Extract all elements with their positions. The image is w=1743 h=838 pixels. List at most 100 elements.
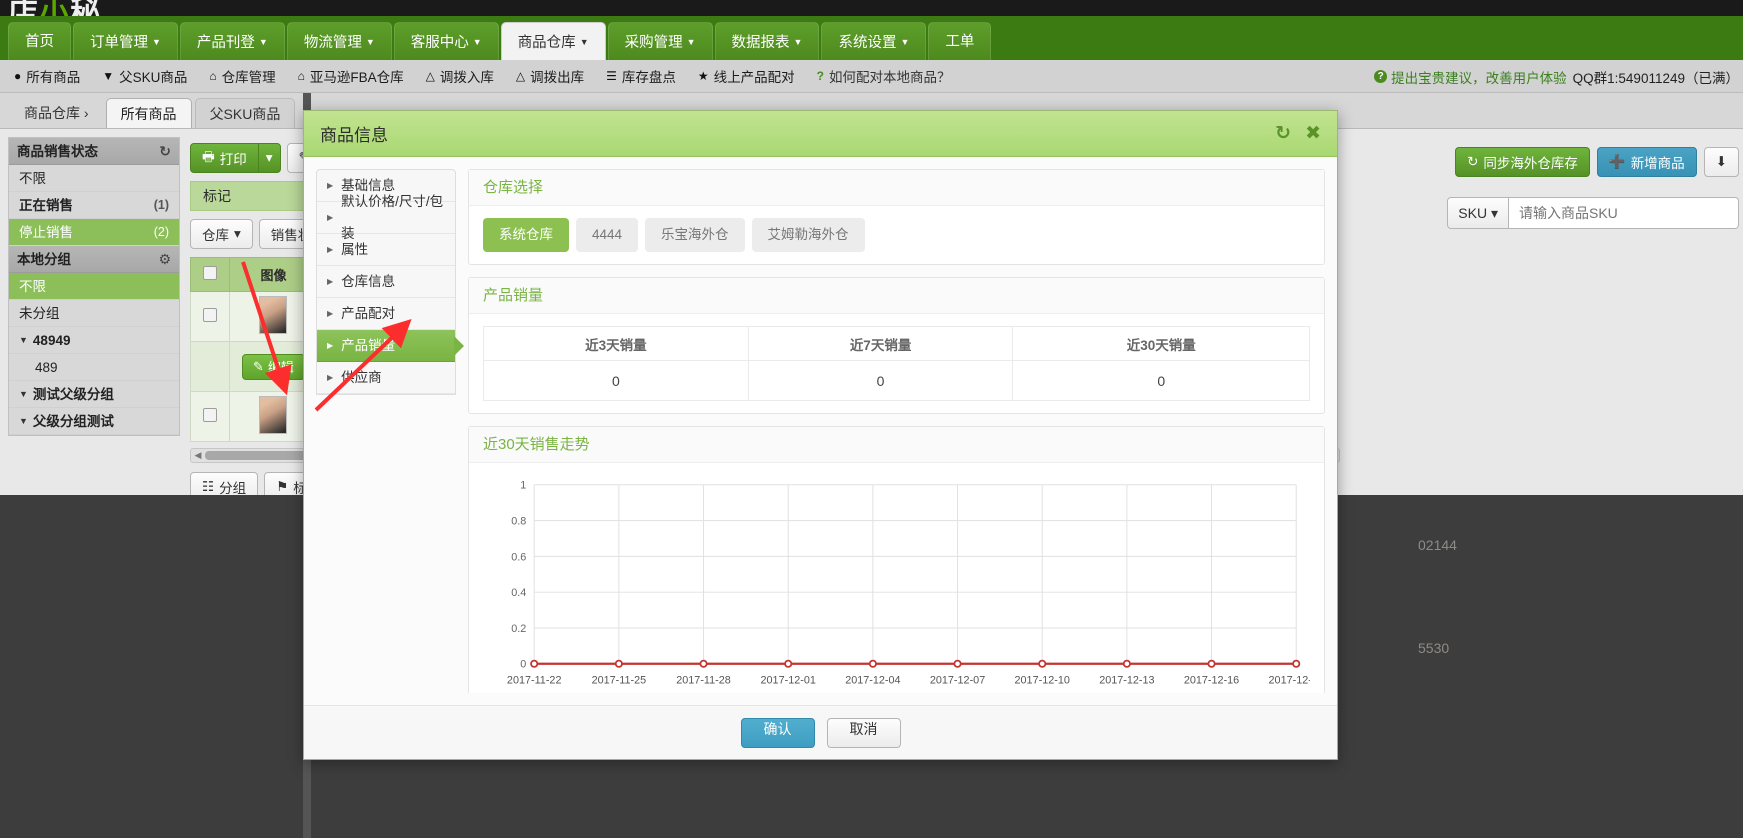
print-dropdown-button[interactable]: ▾: [257, 143, 281, 173]
series-point[interactable]: [530, 659, 539, 668]
select-all-checkbox[interactable]: [203, 266, 217, 280]
series-point[interactable]: [699, 659, 708, 668]
tab-parent-sku[interactable]: 父SKU商品: [194, 98, 296, 128]
series-point[interactable]: [953, 659, 962, 668]
nav-tab-2[interactable]: 产品刊登 ▼: [179, 22, 285, 60]
modal-menu-item-2[interactable]: ▶ 属性: [317, 234, 455, 266]
subnav-item-3[interactable]: ⌂ 亚马逊FBA仓库: [298, 66, 404, 86]
series-point[interactable]: [1292, 659, 1301, 668]
warehouse-tab-1[interactable]: 4444: [576, 218, 639, 252]
sidebar-item-0-1[interactable]: 正在销售 (1): [9, 192, 179, 219]
row-action-cell: [190, 341, 230, 392]
series-point[interactable]: [1038, 659, 1047, 668]
sales-header-row: 近3天销量 近7天销量 近30天销量: [483, 326, 1310, 361]
subnav-item-2[interactable]: ⌂ 仓库管理: [209, 66, 275, 86]
chevron-down-icon[interactable]: ▼: [19, 408, 28, 435]
warehouse-tab-2[interactable]: 乐宝海外仓: [645, 218, 745, 252]
warehouse-tab-0[interactable]: 系统仓库: [483, 218, 569, 252]
export-button[interactable]: ⬇: [1703, 147, 1739, 177]
modal-menu-item-3[interactable]: ▶ 仓库信息: [317, 266, 455, 298]
close-icon[interactable]: ✖: [1305, 122, 1321, 145]
y-axis-tick-label: 0.4: [511, 587, 526, 599]
series-point[interactable]: [784, 659, 793, 668]
gear-icon[interactable]: ⚙: [158, 246, 171, 273]
nav-tab-3[interactable]: 物流管理 ▼: [286, 22, 392, 60]
print-button[interactable]: 🖶 打印: [190, 143, 259, 173]
refresh-icon[interactable]: ↻: [1275, 122, 1291, 145]
subnav-item-7[interactable]: ★ 线上产品配对: [698, 66, 795, 86]
nav-tab-6[interactable]: 采购管理 ▼: [607, 22, 713, 60]
confirm-button[interactable]: 确认: [740, 717, 815, 748]
printer-icon: 🖶: [202, 148, 215, 164]
filter-icon: ▼: [102, 69, 115, 83]
filter-label: 仓库: [202, 228, 229, 243]
search-input[interactable]: [1509, 197, 1739, 229]
modal-menu-item-label: 产品配对: [341, 305, 396, 321]
nav-tab-7[interactable]: 数据报表 ▼: [714, 22, 820, 60]
top-action-buttons: ↻ 同步海外仓库存 ➕ 新增商品 ⬇: [1455, 147, 1739, 177]
subnav-item-6[interactable]: ☰ 库存盘点: [606, 66, 676, 86]
subnav-item-5[interactable]: △ 调拨出库: [516, 66, 584, 86]
modal-menu-item-4[interactable]: ▶ 产品配对: [317, 298, 455, 330]
subnav-item-label: 亚马逊FBA仓库: [309, 70, 404, 85]
modal-footer: 确认 取消: [304, 705, 1337, 759]
suggestion-link[interactable]: 提出宝贵建议，改善用户体验: [1391, 67, 1567, 87]
sidebar-item-1-3[interactable]: 489: [9, 354, 179, 381]
subnav-item-8[interactable]: ? 如何配对本地商品？: [817, 66, 951, 86]
refresh-icon[interactable]: ↻: [159, 138, 171, 165]
row-checkbox[interactable]: [203, 308, 217, 322]
sidebar-item-1-4[interactable]: ▼ 测试父级分组: [9, 381, 179, 408]
home-icon: ⌂: [297, 69, 305, 83]
add-product-button[interactable]: ➕ 新增商品: [1596, 147, 1697, 177]
subnav-item-4[interactable]: △ 调拨入库: [426, 66, 494, 86]
nav-tab-1[interactable]: 订单管理 ▼: [73, 22, 178, 60]
series-point[interactable]: [614, 659, 623, 668]
nav-tab-0[interactable]: 首页: [8, 22, 71, 60]
series-point[interactable]: [1122, 659, 1131, 668]
subnav-item-1[interactable]: ▼ 父SKU商品: [102, 66, 187, 86]
chevron-down-icon: ▼: [579, 37, 589, 47]
logo-text-part2: 秘: [70, 0, 101, 16]
th-checkbox: [190, 257, 230, 292]
nav-tab-8[interactable]: 系统设置 ▼: [821, 22, 927, 60]
sync-overseas-inventory-button[interactable]: ↻ 同步海外仓库存: [1455, 147, 1590, 177]
series-point[interactable]: [868, 659, 877, 668]
filter-0-button[interactable]: 仓库 ▾: [190, 219, 253, 249]
row-edit-button[interactable]: ✎ 编辑: [242, 353, 305, 380]
nav-tab-5[interactable]: 商品仓库 ▼: [500, 22, 606, 60]
nav-tab-4[interactable]: 客服中心 ▼: [393, 22, 499, 60]
nav-tab-9[interactable]: 工单: [928, 22, 992, 60]
sidebar-item-0-0[interactable]: 不限: [9, 165, 179, 192]
scroll-left-arrow[interactable]: ◀: [191, 450, 205, 461]
qq-group-text: QQ群1:549011249（已满）: [1572, 70, 1739, 86]
sidebar-item-1-2[interactable]: ▼ 48949: [9, 327, 179, 354]
tab-all-products[interactable]: 所有商品: [105, 98, 192, 128]
chevron-down-icon[interactable]: ▼: [19, 327, 28, 354]
add-label: 新增商品: [1630, 156, 1685, 171]
modal-menu-item-5[interactable]: ▶ 产品销量: [317, 330, 464, 362]
subnav-item-label: 仓库管理: [221, 70, 276, 85]
sku-field-select[interactable]: SKU ▾: [1447, 197, 1509, 229]
chevron-down-icon: ▼: [152, 37, 161, 47]
sidebar-item-left: 489: [35, 354, 58, 381]
chevron-down-icon[interactable]: ▼: [19, 381, 28, 408]
y-axis-tick-label: 0.6: [511, 551, 526, 563]
modal-menu-item-label: 属性: [341, 241, 369, 257]
sidebar-item-0-2[interactable]: 停止销售 (2): [9, 219, 179, 246]
cancel-button[interactable]: 取消: [826, 717, 901, 748]
sidebar-item-1-1[interactable]: 未分组: [9, 300, 179, 327]
warehouse-tab-3[interactable]: 艾姆勒海外仓: [751, 218, 865, 252]
sidebar-item-1-5[interactable]: ▼ 父级分组测试: [9, 408, 179, 435]
breadcrumb-root-label: 商品仓库: [24, 105, 80, 121]
modal-menu-item-6[interactable]: ▶ 供应商: [317, 362, 455, 394]
logo-text: 店小秘: [8, 0, 101, 16]
row-checkbox[interactable]: [203, 408, 217, 422]
chevron-down-icon: ▾: [234, 226, 241, 241]
logo[interactable]: 店小秘: [0, 0, 250, 16]
breadcrumb-root[interactable]: 商品仓库 ›: [10, 98, 103, 128]
sidebar-item-1-0[interactable]: 不限: [9, 273, 179, 300]
series-point[interactable]: [1207, 659, 1216, 668]
subnav-item-0[interactable]: ● 所有商品: [14, 66, 80, 86]
chevron-right-icon: ▶: [327, 244, 334, 254]
modal-menu-item-1[interactable]: ▶ 默认价格/尺寸/包装: [317, 194, 455, 241]
